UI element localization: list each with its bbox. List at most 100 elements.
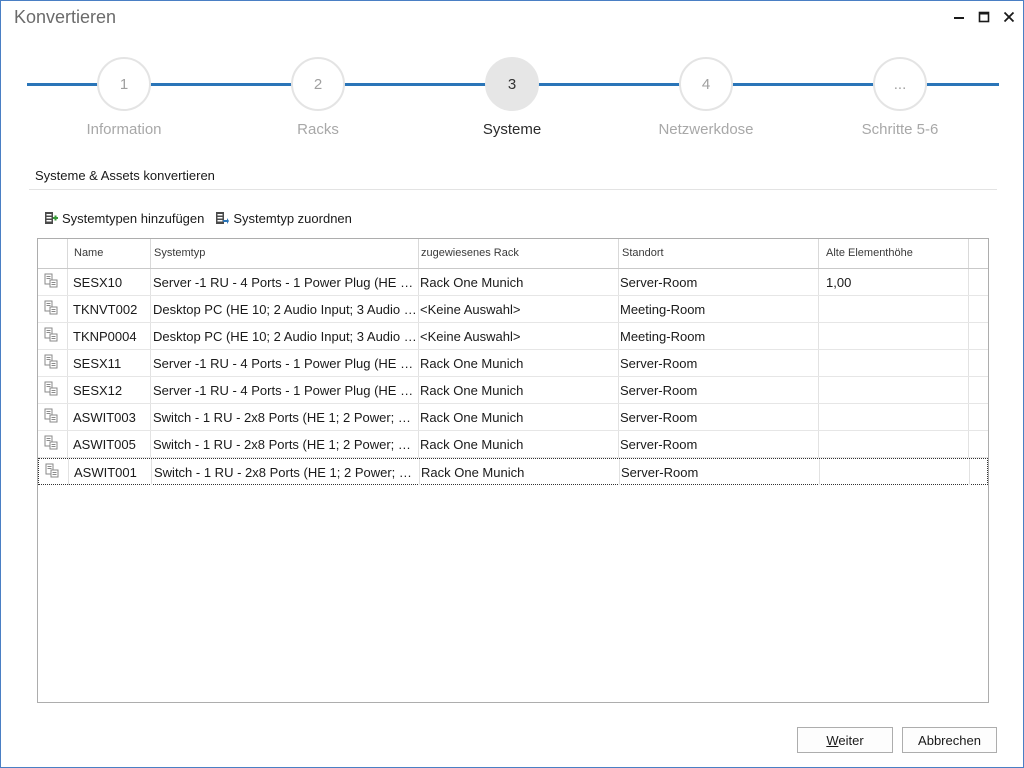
table-row[interactable]: ASWIT001 Switch - 1 RU - 2x8 Ports (HE 1;… [38,458,988,485]
table-row[interactable]: SESX10 Server -1 RU - 4 Ports - 1 Power P… [38,269,988,296]
row-icon-cell [38,431,68,457]
next-button-label: Weiter [826,732,864,748]
table-row[interactable]: SESX11 Server -1 RU - 4 Ports - 1 Power P… [38,350,988,377]
step-label: Netzwerkdose [658,121,754,138]
cell-name[interactable]: TKNVT002 [68,296,151,322]
close-button[interactable] [997,5,1021,29]
assign-system-type-button[interactable]: Systemtyp zuordnen [215,211,352,226]
cell-name[interactable]: ASWIT003 [68,404,151,430]
cell-systemtyp[interactable]: Server -1 RU - 4 Ports - 1 Power Plug (H… [151,269,419,295]
next-button[interactable]: Weiter [797,727,893,753]
column-header-rack[interactable]: zugewiesenes Rack [419,239,619,268]
table-row[interactable]: ASWIT003 Switch - 1 RU - 2x8 Ports (HE 1;… [38,404,988,431]
cell-systemtyp[interactable]: Switch - 1 RU - 2x8 Ports (HE 1; 2 Power… [151,404,419,430]
cell-alte-elementhoehe[interactable] [819,431,969,457]
maximize-button[interactable] [972,5,996,29]
cell-standort[interactable]: Server-Room [619,404,819,430]
row-icon-cell [38,269,68,295]
system-row-icon [44,381,58,400]
cell-name[interactable]: ASWIT005 [68,431,151,457]
cell-filler [969,323,988,349]
table-row[interactable]: TKNVT002 Desktop PC (HE 10; 2 Audio Input… [38,296,988,323]
wizard-steps: 1 Information 2 Racks 3 Systeme 4 Netzwe… [27,57,999,157]
cell-filler [969,404,988,430]
cell-rack[interactable]: Rack One Munich [419,377,619,403]
cell-standort[interactable]: Server-Room [619,377,819,403]
system-row-icon [44,435,58,454]
wizard-step-information: 1 Information [44,57,204,138]
cell-name[interactable]: ASWIT001 [69,459,152,485]
cell-name[interactable]: SESX10 [68,269,151,295]
cell-standort[interactable]: Server-Room [619,350,819,376]
wizard-step-schritte-5-6: ... Schritte 5-6 [820,57,980,138]
cell-rack[interactable]: Rack One Munich [419,269,619,295]
cell-standort[interactable]: Server-Room [620,459,820,485]
row-icon-cell [38,377,68,403]
assign-system-type-icon [215,211,230,225]
add-system-types-icon [44,211,58,225]
cell-systemtyp[interactable]: Server -1 RU - 4 Ports - 1 Power Plug (H… [151,377,419,403]
cell-alte-elementhoehe[interactable] [819,296,969,322]
step-number: 4 [679,57,733,111]
cell-alte-elementhoehe[interactable] [820,459,970,485]
row-icon-cell [39,459,69,485]
column-header-systemtyp[interactable]: Systemtyp [151,239,419,268]
system-row-icon [44,300,58,319]
cell-systemtyp[interactable]: Switch - 1 RU - 2x8 Ports (HE 1; 2 Power… [151,431,419,457]
column-header-filler [969,239,988,268]
row-icon-cell [38,404,68,430]
cell-alte-elementhoehe[interactable]: 1,00 [819,269,969,295]
cell-rack[interactable]: Rack One Munich [419,431,619,457]
cell-standort[interactable]: Server-Room [619,269,819,295]
step-label: Systeme [482,121,542,138]
table-row[interactable]: SESX12 Server -1 RU - 4 Ports - 1 Power P… [38,377,988,404]
cell-name[interactable]: TKNP0004 [68,323,151,349]
systems-grid[interactable]: Name Systemtyp zugewiesenes Rack Standor… [37,238,989,703]
step-label: Racks [297,121,339,138]
cell-systemtyp[interactable]: Desktop PC (HE 10; 2 Audio Input; 3 Audi… [151,296,419,322]
cell-rack[interactable]: <Keine Auswahl> [419,296,619,322]
table-row[interactable]: TKNP0004 Desktop PC (HE 10; 2 Audio Input… [38,323,988,350]
cell-rack[interactable]: Rack One Munich [419,404,619,430]
cell-name[interactable]: SESX11 [68,350,151,376]
cell-rack[interactable]: Rack One Munich [420,459,620,485]
step-label: Information [86,121,162,138]
column-header-icon [38,239,68,268]
cell-alte-elementhoehe[interactable] [819,323,969,349]
row-icon-cell [38,323,68,349]
cell-standort[interactable]: Meeting-Room [619,296,819,322]
row-icon-cell [38,296,68,322]
cell-rack[interactable]: <Keine Auswahl> [419,323,619,349]
cell-systemtyp[interactable]: Server -1 RU - 4 Ports - 1 Power Plug (H… [151,350,419,376]
add-system-types-button[interactable]: Systemtypen hinzufügen [44,211,204,226]
cell-alte-elementhoehe[interactable] [819,377,969,403]
column-header-alte-elementhoehe[interactable]: Alte Elementhöhe [819,239,969,268]
maximize-icon [978,11,990,23]
cell-rack[interactable]: Rack One Munich [419,350,619,376]
wizard-step-systeme: 3 Systeme [432,57,592,138]
minimize-button[interactable] [947,5,971,29]
cancel-button-label: Abbrechen [918,732,981,748]
cell-standort[interactable]: Server-Room [619,431,819,457]
cell-filler [969,377,988,403]
convert-dialog: Konvertieren 1 Information 2 Racks 3 Sys… [0,0,1024,768]
system-row-icon [44,408,58,427]
column-header-standort[interactable]: Standort [619,239,819,268]
cancel-button[interactable]: Abbrechen [902,727,997,753]
system-row-icon [45,463,59,482]
column-header-name[interactable]: Name [68,239,151,268]
cell-alte-elementhoehe[interactable] [819,404,969,430]
cell-systemtyp[interactable]: Desktop PC (HE 10; 2 Audio Input; 3 Audi… [151,323,419,349]
cell-name[interactable]: SESX12 [68,377,151,403]
cell-alte-elementhoehe[interactable] [819,350,969,376]
cell-standort[interactable]: Meeting-Room [619,323,819,349]
window-title: Konvertieren [14,7,117,27]
minimize-icon [954,17,964,19]
step-number: 1 [97,57,151,111]
close-icon [1003,11,1015,23]
system-row-icon [44,327,58,346]
grid-toolbar: Systemtypen hinzufügen Systemtyp zuordne… [44,208,363,228]
table-row[interactable]: ASWIT005 Switch - 1 RU - 2x8 Ports (HE 1;… [38,431,988,458]
cell-systemtyp[interactable]: Switch - 1 RU - 2x8 Ports (HE 1; 2 Power… [152,459,420,485]
step-number: 2 [291,57,345,111]
